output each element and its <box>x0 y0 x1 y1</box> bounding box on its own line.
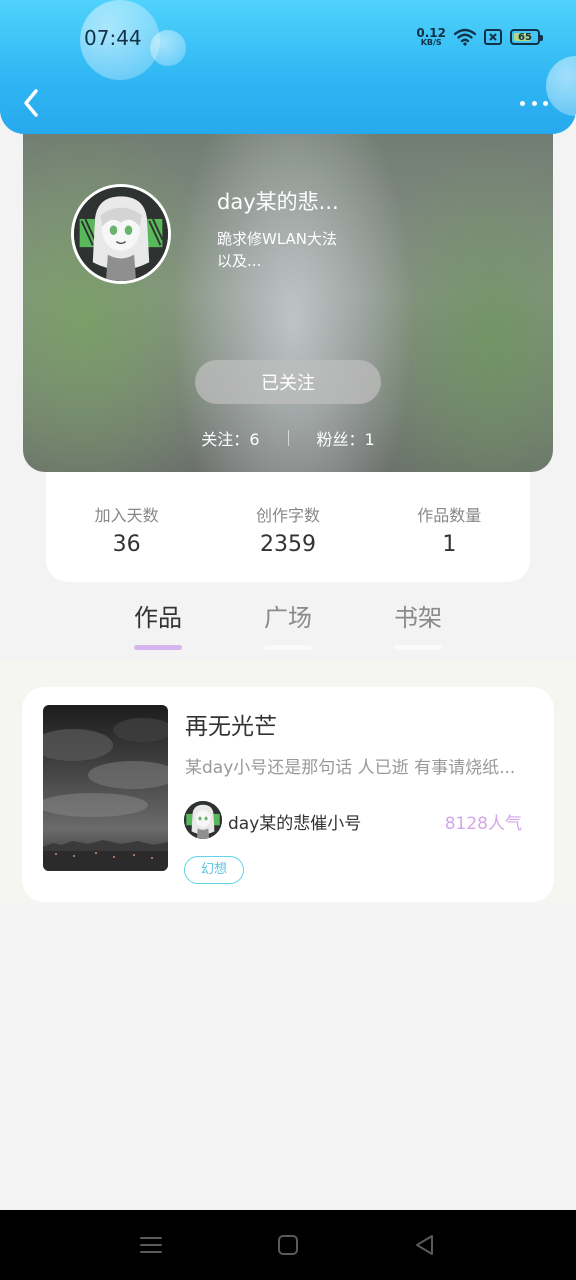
back-triangle-icon[interactable] <box>412 1232 438 1258</box>
follow-stats: 关注：6 粉丝：1 <box>23 426 553 450</box>
tab-bar: 作品 广场 书架 <box>0 598 576 658</box>
menu-icon[interactable] <box>138 1232 164 1258</box>
battery-level: 65 <box>518 31 532 43</box>
battery-icon: 65 <box>510 29 543 45</box>
stat-word-count: 创作字数 2359 <box>228 502 348 582</box>
following-label: 关注： <box>201 430 250 449</box>
tab-square[interactable]: 广场 <box>248 598 328 650</box>
tab-indicator <box>394 645 442 650</box>
work-cover-image[interactable] <box>43 705 168 871</box>
home-square-icon[interactable] <box>275 1232 301 1258</box>
tab-label: 书架 <box>394 604 442 632</box>
more-dots-icon[interactable] <box>514 90 554 116</box>
wifi-icon <box>454 28 476 46</box>
back-button[interactable] <box>18 86 48 120</box>
dot <box>543 100 548 106</box>
stat-label: 加入天数 <box>94 506 159 525</box>
stat-value: 2359 <box>259 532 316 557</box>
followers-count: 1 <box>364 430 375 449</box>
status-time: 07:44 <box>84 26 142 50</box>
chevron-left-icon <box>24 89 38 117</box>
stat-works-count: 作品数量 1 <box>389 502 509 582</box>
divider <box>287 430 289 446</box>
profile-bio: 跪求修WLAN大法 以及... <box>217 228 367 272</box>
net-speed-unit: KB/S <box>420 38 442 47</box>
profile-name: day某的悲... <box>217 190 339 214</box>
tab-indicator <box>134 645 182 650</box>
work-title[interactable]: 再无光芒 <box>185 707 277 741</box>
author-avatar[interactable] <box>184 801 222 839</box>
tab-label: 作品 <box>134 604 182 632</box>
stat-label: 创作字数 <box>255 506 320 525</box>
author-name[interactable]: day某的悲催小号 <box>228 809 361 834</box>
stat-value: 36 <box>112 532 141 557</box>
header-bar: 07:44 0.12 KB/S 65 <box>0 0 576 134</box>
profile-card: day某的悲... 跪求修WLAN大法 以及... 已关注 关注：6 粉丝：1 <box>23 120 553 472</box>
tab-label: 广场 <box>264 604 312 632</box>
follow-button[interactable]: 已关注 <box>195 360 381 404</box>
work-description: 某day小号还是那句话 人已逝 有事请烧纸... <box>185 758 516 778</box>
tab-indicator <box>264 645 312 650</box>
followers-stat[interactable]: 粉丝：1 <box>317 426 375 450</box>
status-icons: 0.12 KB/S 65 <box>416 24 543 50</box>
profile-bio-line: 以及... <box>217 252 262 270</box>
work-card[interactable]: 再无光芒 某day小号还是那句话 人已逝 有事请烧纸... day某的悲催小号 … <box>22 687 554 902</box>
decor-bubble <box>150 30 186 66</box>
tab-bookshelf[interactable]: 书架 <box>378 598 458 650</box>
profile-bio-line: 跪求修WLAN大法 <box>217 230 338 248</box>
following-count: 6 <box>249 430 260 449</box>
stat-label: 作品数量 <box>417 506 482 525</box>
dot <box>531 100 537 106</box>
followers-label: 粉丝： <box>316 430 365 449</box>
following-stat[interactable]: 关注：6 <box>201 426 259 450</box>
net-speed: 0.12 KB/S <box>416 27 446 47</box>
profile-avatar[interactable] <box>71 184 171 284</box>
genre-tag[interactable]: 幻想 <box>184 856 245 884</box>
system-nav-bar <box>0 1210 576 1280</box>
stat-join-days: 加入天数 36 <box>67 502 187 582</box>
tab-works[interactable]: 作品 <box>118 598 198 650</box>
popularity-count: 8128人气 <box>444 814 522 834</box>
dot <box>520 100 525 106</box>
avatar-image <box>74 187 168 281</box>
stat-value: 1 <box>442 532 457 557</box>
sim-icon <box>484 29 502 45</box>
stats-card: 加入天数 36 创作字数 2359 作品数量 1 <box>46 460 530 582</box>
